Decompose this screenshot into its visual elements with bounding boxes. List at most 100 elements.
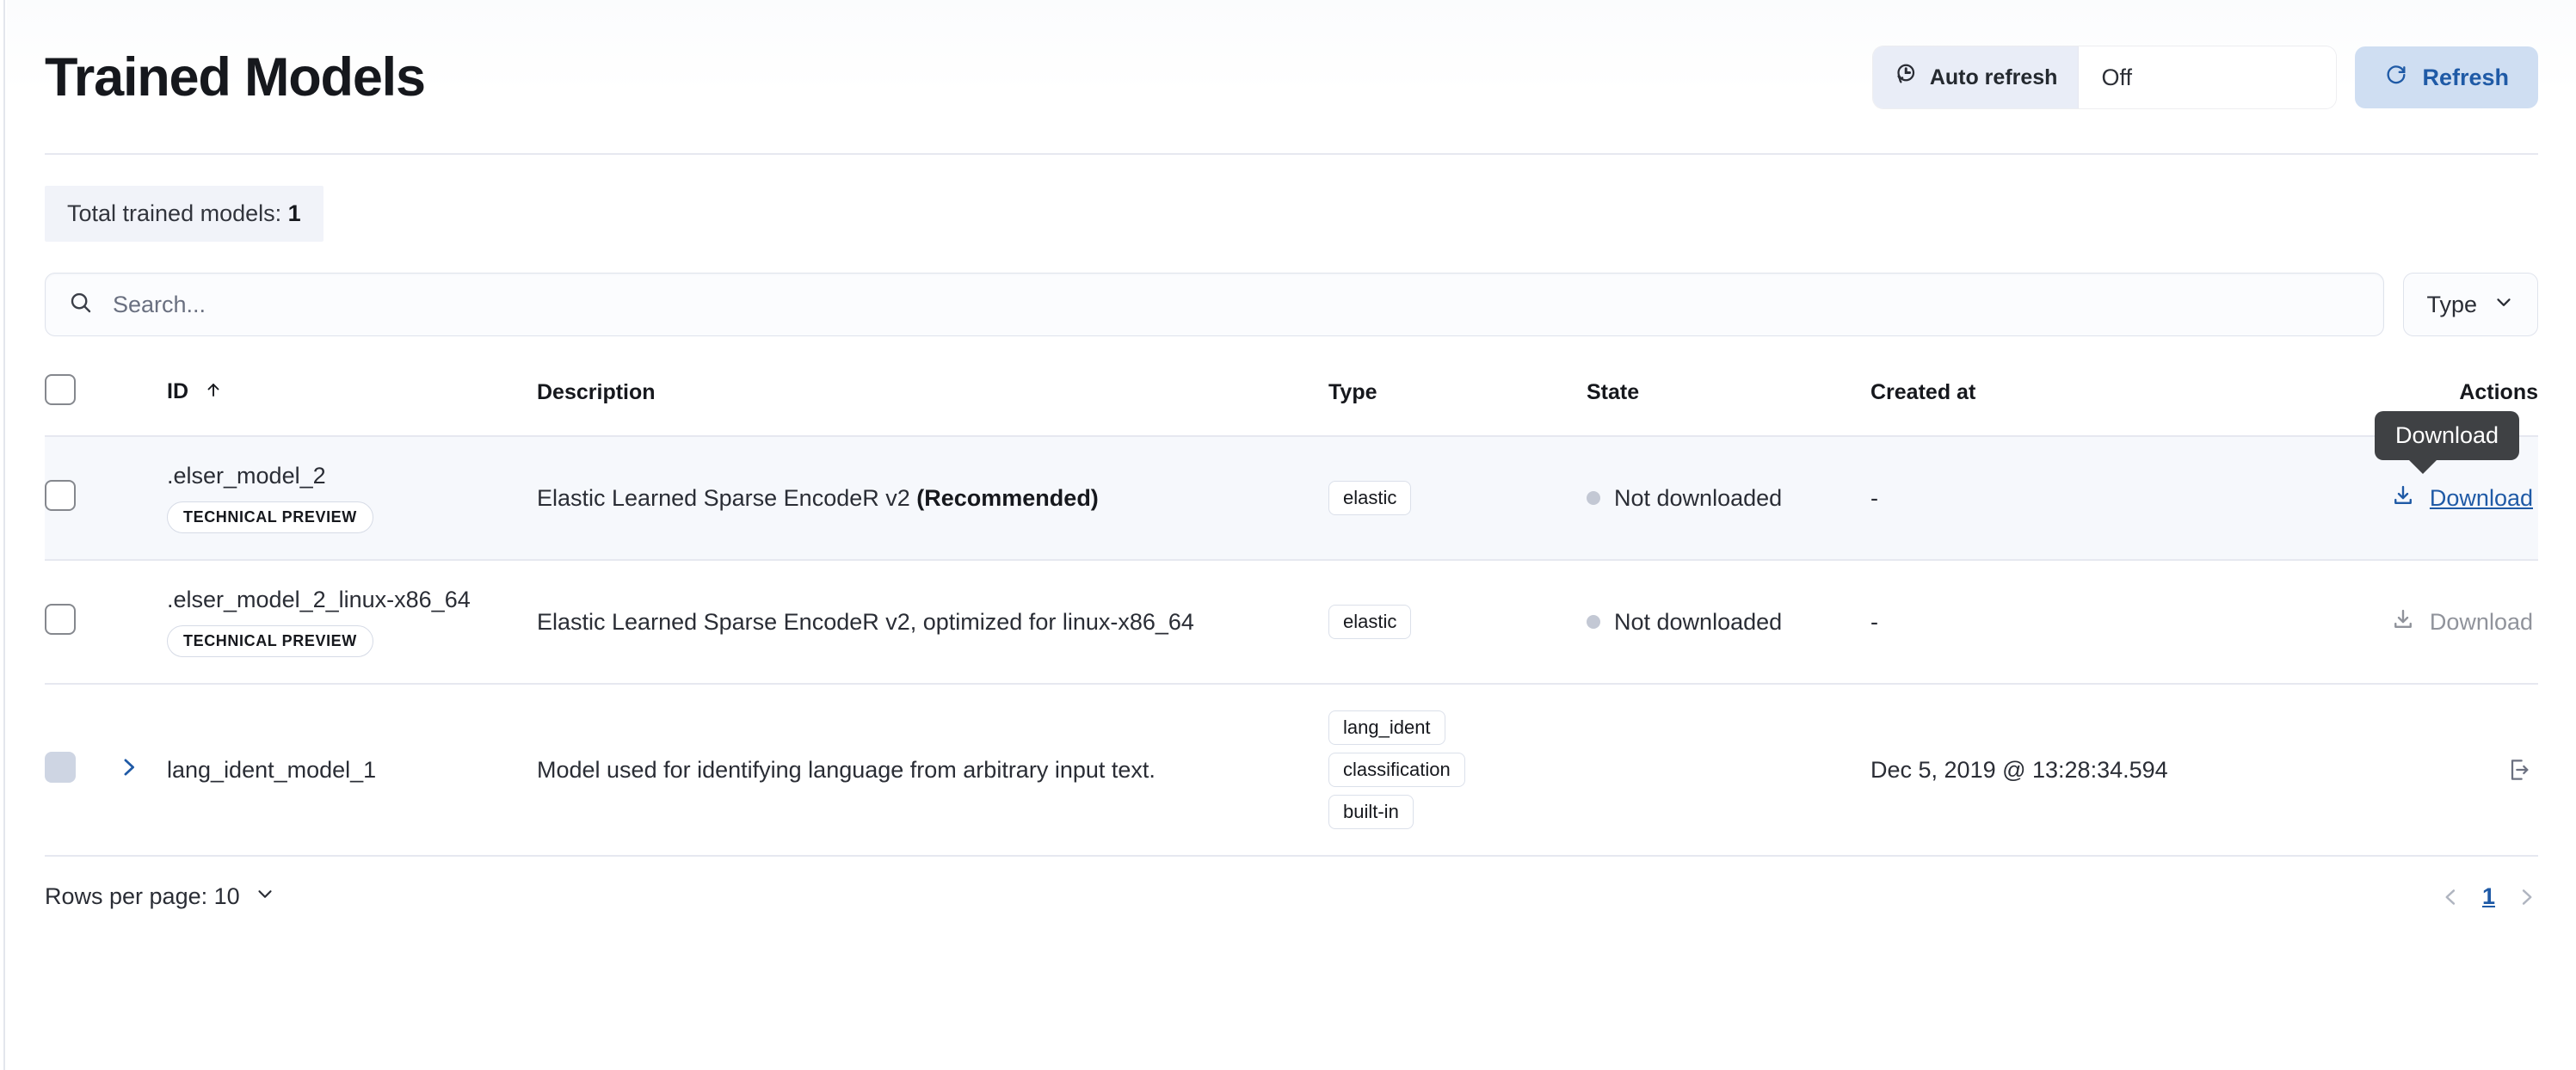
type-filter-label: Type [2426,292,2477,318]
model-id: lang_ident_model_1 [167,757,376,783]
download-label: Download [2430,485,2533,512]
auto-refresh-button[interactable]: Auto refresh [1873,46,2079,108]
model-created-at: Dec 5, 2019 @ 13:28:34.594 [1870,757,2168,783]
column-header-created-at[interactable]: Created at [1870,366,2197,436]
row-select-cell [45,436,115,560]
table-footer: Rows per page: 10 1 [7,857,2576,911]
column-header-state[interactable]: State [1587,366,1870,436]
row-id-cell: .elser_model_2 TECHNICAL PREVIEW [167,436,537,560]
previous-page-chevron-left-icon[interactable] [2439,885,2463,909]
download-icon [2390,483,2416,514]
summary-row: Total trained models: 1 [7,155,2576,242]
type-badge: classification [1328,753,1465,787]
page-content: Trained Models Auto refresh [7,0,2576,1070]
total-label: Total trained models: [67,200,281,226]
table-row[interactable]: .elser_model_2_linux-x86_64 TECHNICAL PR… [45,560,2538,684]
column-header-description[interactable]: Description [537,366,1328,436]
row-description-cell: Model used for identifying language from… [537,684,1328,856]
row-select-cell [45,560,115,684]
row-checkbox [45,752,76,783]
auto-refresh-value-input[interactable]: Off [2078,46,2336,108]
chevron-down-icon [2493,291,2515,319]
pagination: 1 [2439,883,2538,910]
download-tooltip: Download [2375,411,2519,460]
search-input[interactable]: Search... [45,273,2384,336]
row-select-cell [45,684,115,856]
next-page-chevron-right-icon[interactable] [2514,885,2538,909]
table-body: .elser_model_2 TECHNICAL PREVIEW Elastic… [45,436,2538,856]
model-created-at: - [1870,485,1878,511]
type-badge: built-in [1328,795,1414,829]
row-expand-cell [115,560,167,684]
refresh-icon [2384,63,2408,93]
row-state-cell: Not downloaded [1587,436,1870,560]
type-badge: lang_ident [1328,710,1445,745]
row-description-cell: Elastic Learned Sparse EncodeR v2, optim… [537,560,1328,684]
total-trained-models-badge: Total trained models: 1 [45,186,324,242]
total-count: 1 [288,200,301,226]
row-type-cell: elastic [1328,436,1587,560]
download-action-button[interactable]: Download [2390,483,2533,514]
type-badge: elastic [1328,605,1411,639]
type-filter-button[interactable]: Type [2403,273,2538,336]
expand-header [115,366,167,436]
search-icon [68,290,94,320]
select-all-header [45,366,115,436]
row-type-cell: elastic [1328,560,1587,684]
table-row[interactable]: .elser_model_2 TECHNICAL PREVIEW Elastic… [45,436,2538,560]
state-dot-icon [1587,491,1600,505]
search-placeholder: Search... [113,292,206,318]
test-model-icon[interactable] [2505,756,2533,784]
table-header-row: ID Description Type State Created at Act… [45,366,2538,436]
left-rail-divider [0,0,5,1070]
technical-preview-badge: TECHNICAL PREVIEW [167,625,373,657]
auto-refresh-label: Auto refresh [1930,65,2058,90]
type-badge: elastic [1328,481,1411,515]
model-id: .elser_model_2 [167,463,326,489]
model-id: .elser_model_2_linux-x86_64 [167,587,471,613]
rows-per-page-button[interactable]: Rows per page: 10 [45,882,276,911]
refresh-label: Refresh [2422,65,2509,91]
row-id-cell: .elser_model_2_linux-x86_64 TECHNICAL PR… [167,560,537,684]
row-type-cell: lang_ident classification built-in [1328,684,1587,856]
download-action-button[interactable]: Download [2390,606,2533,638]
model-description-emphasis: (Recommended) [916,485,1099,511]
model-state: Not downloaded [1614,485,1782,512]
column-header-type[interactable]: Type [1328,366,1587,436]
row-description-cell: Elastic Learned Sparse EncodeR v2 (Recom… [537,436,1328,560]
model-created-at: - [1870,609,1878,635]
clock-refresh-icon [1892,62,1918,94]
row-actions-cell [2197,684,2538,856]
download-label: Download [2430,609,2533,636]
row-expand-cell [115,684,167,856]
row-created-at-cell: - [1870,436,2197,560]
trained-models-page: Trained Models Auto refresh [0,0,2576,1070]
page-header: Trained Models Auto refresh [7,0,2576,155]
row-created-at-cell: - [1870,560,2197,684]
trained-models-table: ID Description Type State Created at Act… [45,366,2538,857]
model-description: Elastic Learned Sparse EncodeR v2 [537,485,916,511]
table-header: ID Description Type State Created at Act… [45,366,2538,436]
auto-refresh-group: Auto refresh Off [1873,46,2337,108]
page-number-1[interactable]: 1 [2482,883,2495,910]
download-icon [2390,606,2416,638]
row-expand-cell [115,436,167,560]
select-all-checkbox[interactable] [45,374,76,405]
row-actions-cell: Download [2197,560,2538,684]
row-checkbox[interactable] [45,604,76,635]
header-actions: Auto refresh Off Refresh [1873,46,2538,108]
model-description: Model used for identifying language from… [537,757,1156,783]
column-header-id-label: ID [167,379,188,403]
technical-preview-badge: TECHNICAL PREVIEW [167,501,373,533]
refresh-button[interactable]: Refresh [2355,46,2538,108]
row-state-cell [1587,684,1870,856]
row-checkbox[interactable] [45,480,76,511]
table-row[interactable]: lang_ident_model_1 Model used for identi… [45,684,2538,856]
row-id-cell: lang_ident_model_1 [167,684,537,856]
state-dot-icon [1587,615,1600,629]
expand-row-chevron-right-icon[interactable] [115,754,141,786]
row-state-cell: Not downloaded [1587,560,1870,684]
page-title: Trained Models [45,51,425,105]
column-header-id[interactable]: ID [167,366,537,436]
rows-per-page-label: Rows per page: 10 [45,883,240,910]
